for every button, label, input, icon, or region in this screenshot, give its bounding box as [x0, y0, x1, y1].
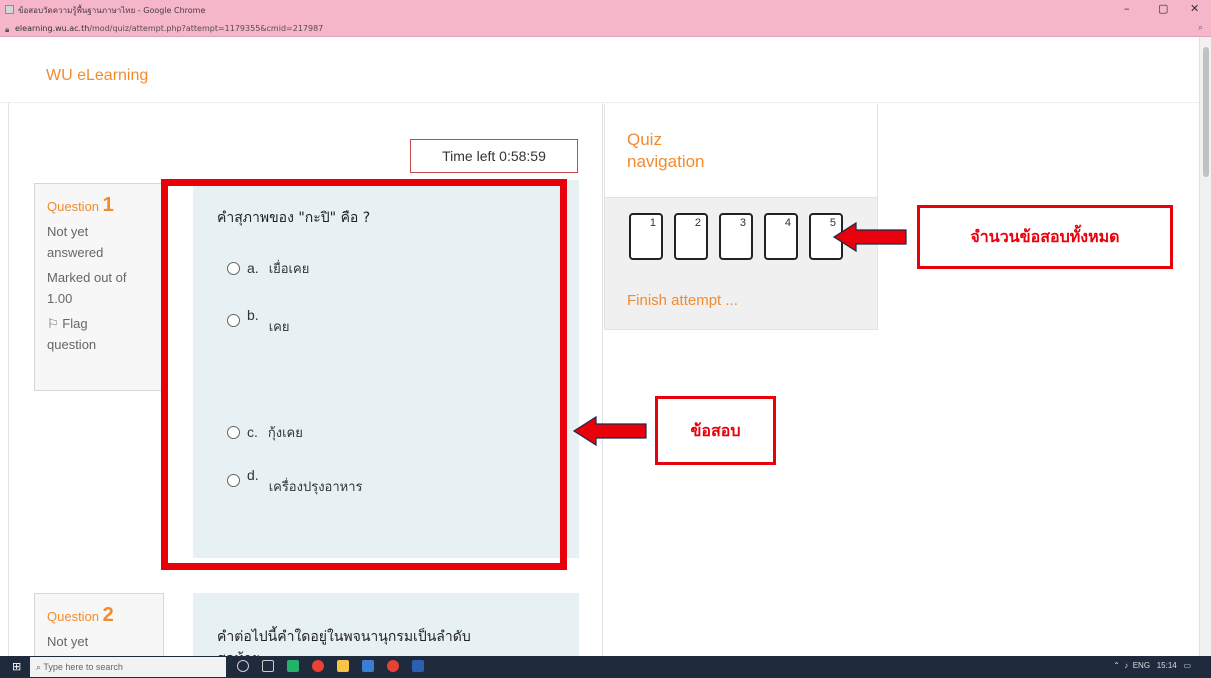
- notification-icon[interactable]: ▭: [1183, 661, 1191, 670]
- total-questions-callout: จำนวนข้อสอบทั้งหมด: [917, 205, 1173, 269]
- question-label-text: Question: [47, 609, 100, 624]
- question-2-label: Question 2: [47, 604, 163, 627]
- browser-title-bar: ข้อสอบวัดความรู้พื้นฐานภาษาไทย - Google …: [0, 0, 1211, 22]
- quiz-navigation-header: Quiz navigation: [604, 104, 878, 197]
- nav-button-label: 4: [784, 217, 791, 229]
- site-header: WU eLearning: [0, 37, 1199, 103]
- system-tray: ⌃ ♪ ENG 15:14 ▭: [1113, 661, 1191, 670]
- exam-highlight-box: [161, 179, 567, 570]
- search-icon: ⌕: [36, 662, 42, 672]
- tray-clock[interactable]: 15:14: [1157, 661, 1177, 670]
- page-content: WU eLearning Time left 0:58:59 Question …: [0, 37, 1199, 656]
- nav-title-line: Quiz: [627, 130, 662, 149]
- page-scrollbar[interactable]: [1199, 37, 1211, 656]
- flag-icon: ⚐: [47, 316, 59, 331]
- task-view-icon[interactable]: [262, 660, 274, 672]
- nav-button-label: 2: [694, 217, 701, 229]
- url-text[interactable]: elearning.wu.ac.th/mod/quiz/attempt.php?…: [15, 24, 323, 33]
- status-line: Not yet: [47, 224, 89, 239]
- quiz-navigation-body: 1 2 3 4 5 Finish attempt ...: [604, 197, 878, 330]
- nav-question-button[interactable]: 4: [764, 213, 798, 260]
- question-number: 2: [102, 604, 114, 626]
- question-2-info: Question 2 Not yet: [34, 593, 164, 656]
- file-explorer-icon[interactable]: [337, 660, 349, 672]
- maximize-button[interactable]: ▢: [1158, 2, 1168, 15]
- finish-attempt-link[interactable]: Finish attempt ...: [627, 292, 738, 309]
- windows-start-icon[interactable]: ⊞: [12, 661, 24, 673]
- question-2-status: Not yet: [47, 634, 89, 649]
- quiz-navigation-title: Quiz navigation: [627, 129, 767, 173]
- chrome-icon[interactable]: [312, 660, 324, 672]
- line-app-icon[interactable]: [287, 660, 299, 672]
- nav-question-button[interactable]: 3: [719, 213, 753, 260]
- question-1-info: Question 1 Not yet answered Marked out of…: [34, 183, 164, 391]
- question-1-label: Question 1: [47, 194, 163, 217]
- word-icon[interactable]: [412, 660, 424, 672]
- minimize-button[interactable]: –: [1124, 2, 1130, 15]
- question-text-line: คำต่อไปนี้คำใดอยู่ในพจนานุกรมเป็นลำดับ: [217, 629, 471, 645]
- tray-chevron-icon[interactable]: ⌃: [1113, 661, 1120, 670]
- address-bar[interactable]: 🔒︎ elearning.wu.ac.th/mod/quiz/attempt.p…: [0, 22, 1211, 37]
- search-placeholder: Type here to search: [43, 662, 123, 672]
- callout-arrow-icon: [832, 221, 907, 253]
- flag-line: Flag: [62, 316, 88, 331]
- scrollbar-thumb[interactable]: [1203, 47, 1209, 177]
- url-path: /mod/quiz/attempt.php?attempt=1179355&cm…: [89, 24, 324, 33]
- callout-arrow-icon: [572, 415, 647, 447]
- search-icon[interactable]: ⌕: [1198, 23, 1203, 33]
- speaker-icon[interactable]: ♪: [1124, 661, 1128, 670]
- site-brand-link[interactable]: WU eLearning: [46, 67, 148, 85]
- chrome-window-icon[interactable]: [387, 660, 399, 672]
- quiz-navigation-block: Quiz navigation 1 2 3 4 5 Finish attempt …: [604, 104, 878, 330]
- cortana-icon[interactable]: [237, 660, 249, 672]
- question-1-status: Not yet answered: [47, 221, 163, 263]
- question-label-text: Question: [47, 199, 100, 214]
- close-button[interactable]: ✕: [1190, 2, 1199, 15]
- app-icon[interactable]: [362, 660, 374, 672]
- marks-line: 1.00: [47, 291, 73, 306]
- question-text-line: สุดท้าย: [217, 648, 471, 656]
- flag-line: question: [47, 337, 97, 352]
- lock-icon: 🔒︎: [5, 25, 10, 34]
- page-favicon-icon: [5, 5, 14, 14]
- nav-question-button[interactable]: 1: [629, 213, 663, 260]
- question-2-text: คำต่อไปนี้คำใดอยู่ในพจนานุกรมเป็นลำดับสุ…: [217, 626, 471, 656]
- taskbar-search-input[interactable]: ⌕ Type here to search: [30, 657, 226, 677]
- nav-button-label: 1: [649, 217, 656, 229]
- flag-question-button[interactable]: ⚐ Flag question: [47, 313, 163, 355]
- question-2-content: คำต่อไปนี้คำใดอยู่ในพจนานุกรมเป็นลำดับสุ…: [193, 593, 579, 656]
- exam-callout: ข้อสอบ: [655, 396, 776, 465]
- nav-question-button[interactable]: 2: [674, 213, 708, 260]
- url-host: elearning.wu.ac.th: [15, 24, 90, 33]
- status-line: answered: [47, 245, 104, 260]
- question-number: 1: [102, 194, 114, 216]
- window-title: ข้อสอบวัดความรู้พื้นฐานภาษาไทย - Google …: [18, 6, 206, 15]
- nav-title-line: navigation: [627, 152, 705, 171]
- nav-button-label: 3: [739, 217, 746, 229]
- quiz-timer: Time left 0:58:59: [410, 139, 578, 173]
- question-1-marks: Marked out of 1.00: [47, 267, 163, 309]
- tray-language[interactable]: ENG: [1133, 661, 1150, 670]
- marks-line: Marked out of: [47, 270, 127, 285]
- windows-taskbar: ⊞ ⌕ Type here to search ⌃ ♪ ENG 15:14 ▭: [0, 656, 1211, 678]
